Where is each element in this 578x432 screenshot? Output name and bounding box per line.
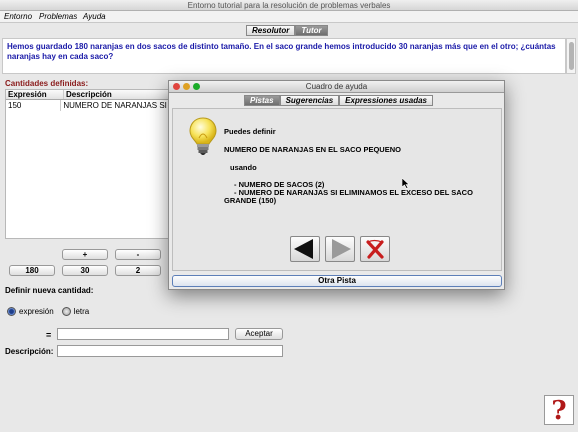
otra-pista-button[interactable]: Otra Pista bbox=[172, 275, 502, 287]
radio-expresion-label[interactable]: expresión bbox=[19, 307, 54, 316]
dialog-titlebar: Cuadro de ayuda bbox=[169, 81, 504, 93]
number-button-2[interactable]: 2 bbox=[115, 265, 161, 276]
plus-button[interactable]: + bbox=[62, 249, 108, 260]
radio-expresion[interactable] bbox=[7, 307, 16, 316]
hint-panel: Puedes definir NUMERO DE NARANJAS EN EL … bbox=[172, 108, 502, 271]
minimize-window-icon[interactable] bbox=[183, 83, 190, 90]
hint-target: NUMERO DE NARANJAS EN EL SACO PEQUENO bbox=[224, 145, 401, 154]
tab-sugerencias[interactable]: Sugerencias bbox=[279, 95, 340, 106]
forward-arrow-icon bbox=[332, 239, 351, 259]
hint-intro: Puedes definir bbox=[224, 127, 276, 136]
expression-input[interactable] bbox=[57, 328, 229, 340]
window-controls bbox=[173, 83, 200, 90]
help-dialog: Cuadro de ayuda Pistas Sugerencias Expre… bbox=[168, 80, 505, 290]
next-hint-button[interactable] bbox=[325, 236, 355, 262]
aceptar-button[interactable]: Aceptar bbox=[235, 328, 283, 340]
column-header-descripcion[interactable]: Descripción bbox=[64, 90, 112, 99]
menu-bar: Entorno Problemas Ayuda bbox=[0, 11, 578, 23]
quantities-table: Expresión Descripción 150 NUMERO DE NARA… bbox=[5, 89, 170, 239]
tab-tutor[interactable]: Tutor bbox=[295, 25, 328, 36]
equals-sign: = bbox=[46, 330, 52, 340]
description-label: Descripción: bbox=[5, 347, 54, 356]
previous-hint-button[interactable] bbox=[290, 236, 320, 262]
scrollbar-thumb[interactable] bbox=[569, 42, 574, 70]
back-arrow-icon bbox=[294, 239, 313, 259]
quantity-type-radios: expresión letra bbox=[7, 307, 89, 316]
window-title: Entorno tutorial para la resolución de p… bbox=[187, 1, 391, 10]
hint-using: usando bbox=[230, 163, 257, 172]
problem-scrollbar[interactable] bbox=[566, 38, 576, 74]
tab-expresiones-usadas[interactable]: Expressiones usadas bbox=[339, 95, 433, 106]
table-row[interactable]: 150 NUMERO DE NARANJAS SI E bbox=[6, 100, 169, 111]
window-titlebar: Entorno tutorial para la resolución de p… bbox=[0, 0, 578, 11]
mouse-cursor-icon bbox=[402, 178, 410, 189]
close-hint-button[interactable] bbox=[360, 236, 390, 262]
description-input[interactable] bbox=[57, 345, 283, 357]
radio-letra[interactable] bbox=[61, 307, 71, 316]
table-header: Expresión Descripción bbox=[6, 90, 169, 100]
close-x-icon bbox=[366, 239, 384, 259]
hint-item-2-cont: GRANDE (150) bbox=[224, 196, 277, 205]
dialog-title: Cuadro de ayuda bbox=[305, 82, 368, 91]
problem-statement: Hemos guardado 180 naranjas en dos sacos… bbox=[2, 38, 566, 74]
tab-pistas[interactable]: Pistas bbox=[244, 95, 280, 106]
number-button-30[interactable]: 30 bbox=[62, 265, 108, 276]
help-question-button[interactable]: ? bbox=[544, 395, 574, 426]
column-header-expresion[interactable]: Expresión bbox=[6, 90, 64, 99]
number-button-180[interactable]: 180 bbox=[9, 265, 55, 276]
minus-button[interactable]: - bbox=[115, 249, 161, 260]
lightbulb-icon bbox=[189, 117, 217, 155]
menu-problemas[interactable]: Problemas bbox=[39, 11, 77, 23]
cell-description: NUMERO DE NARANJAS SI E bbox=[63, 101, 169, 110]
main-tabs: Resolutor Tutor bbox=[246, 25, 328, 36]
dialog-tabs: Pistas Sugerencias Expressiones usadas bbox=[244, 95, 433, 106]
zoom-window-icon[interactable] bbox=[193, 83, 200, 90]
radio-letra-label[interactable]: letra bbox=[74, 307, 90, 316]
cell-expression: 150 bbox=[6, 100, 62, 111]
tab-resolutor[interactable]: Resolutor bbox=[246, 25, 296, 36]
menu-ayuda[interactable]: Ayuda bbox=[83, 11, 106, 23]
quantities-label: Cantidades definidas: bbox=[5, 79, 89, 88]
menu-entorno[interactable]: Entorno bbox=[4, 11, 32, 23]
define-quantity-label: Definir nueva cantidad: bbox=[5, 286, 94, 295]
close-window-icon[interactable] bbox=[173, 83, 180, 90]
